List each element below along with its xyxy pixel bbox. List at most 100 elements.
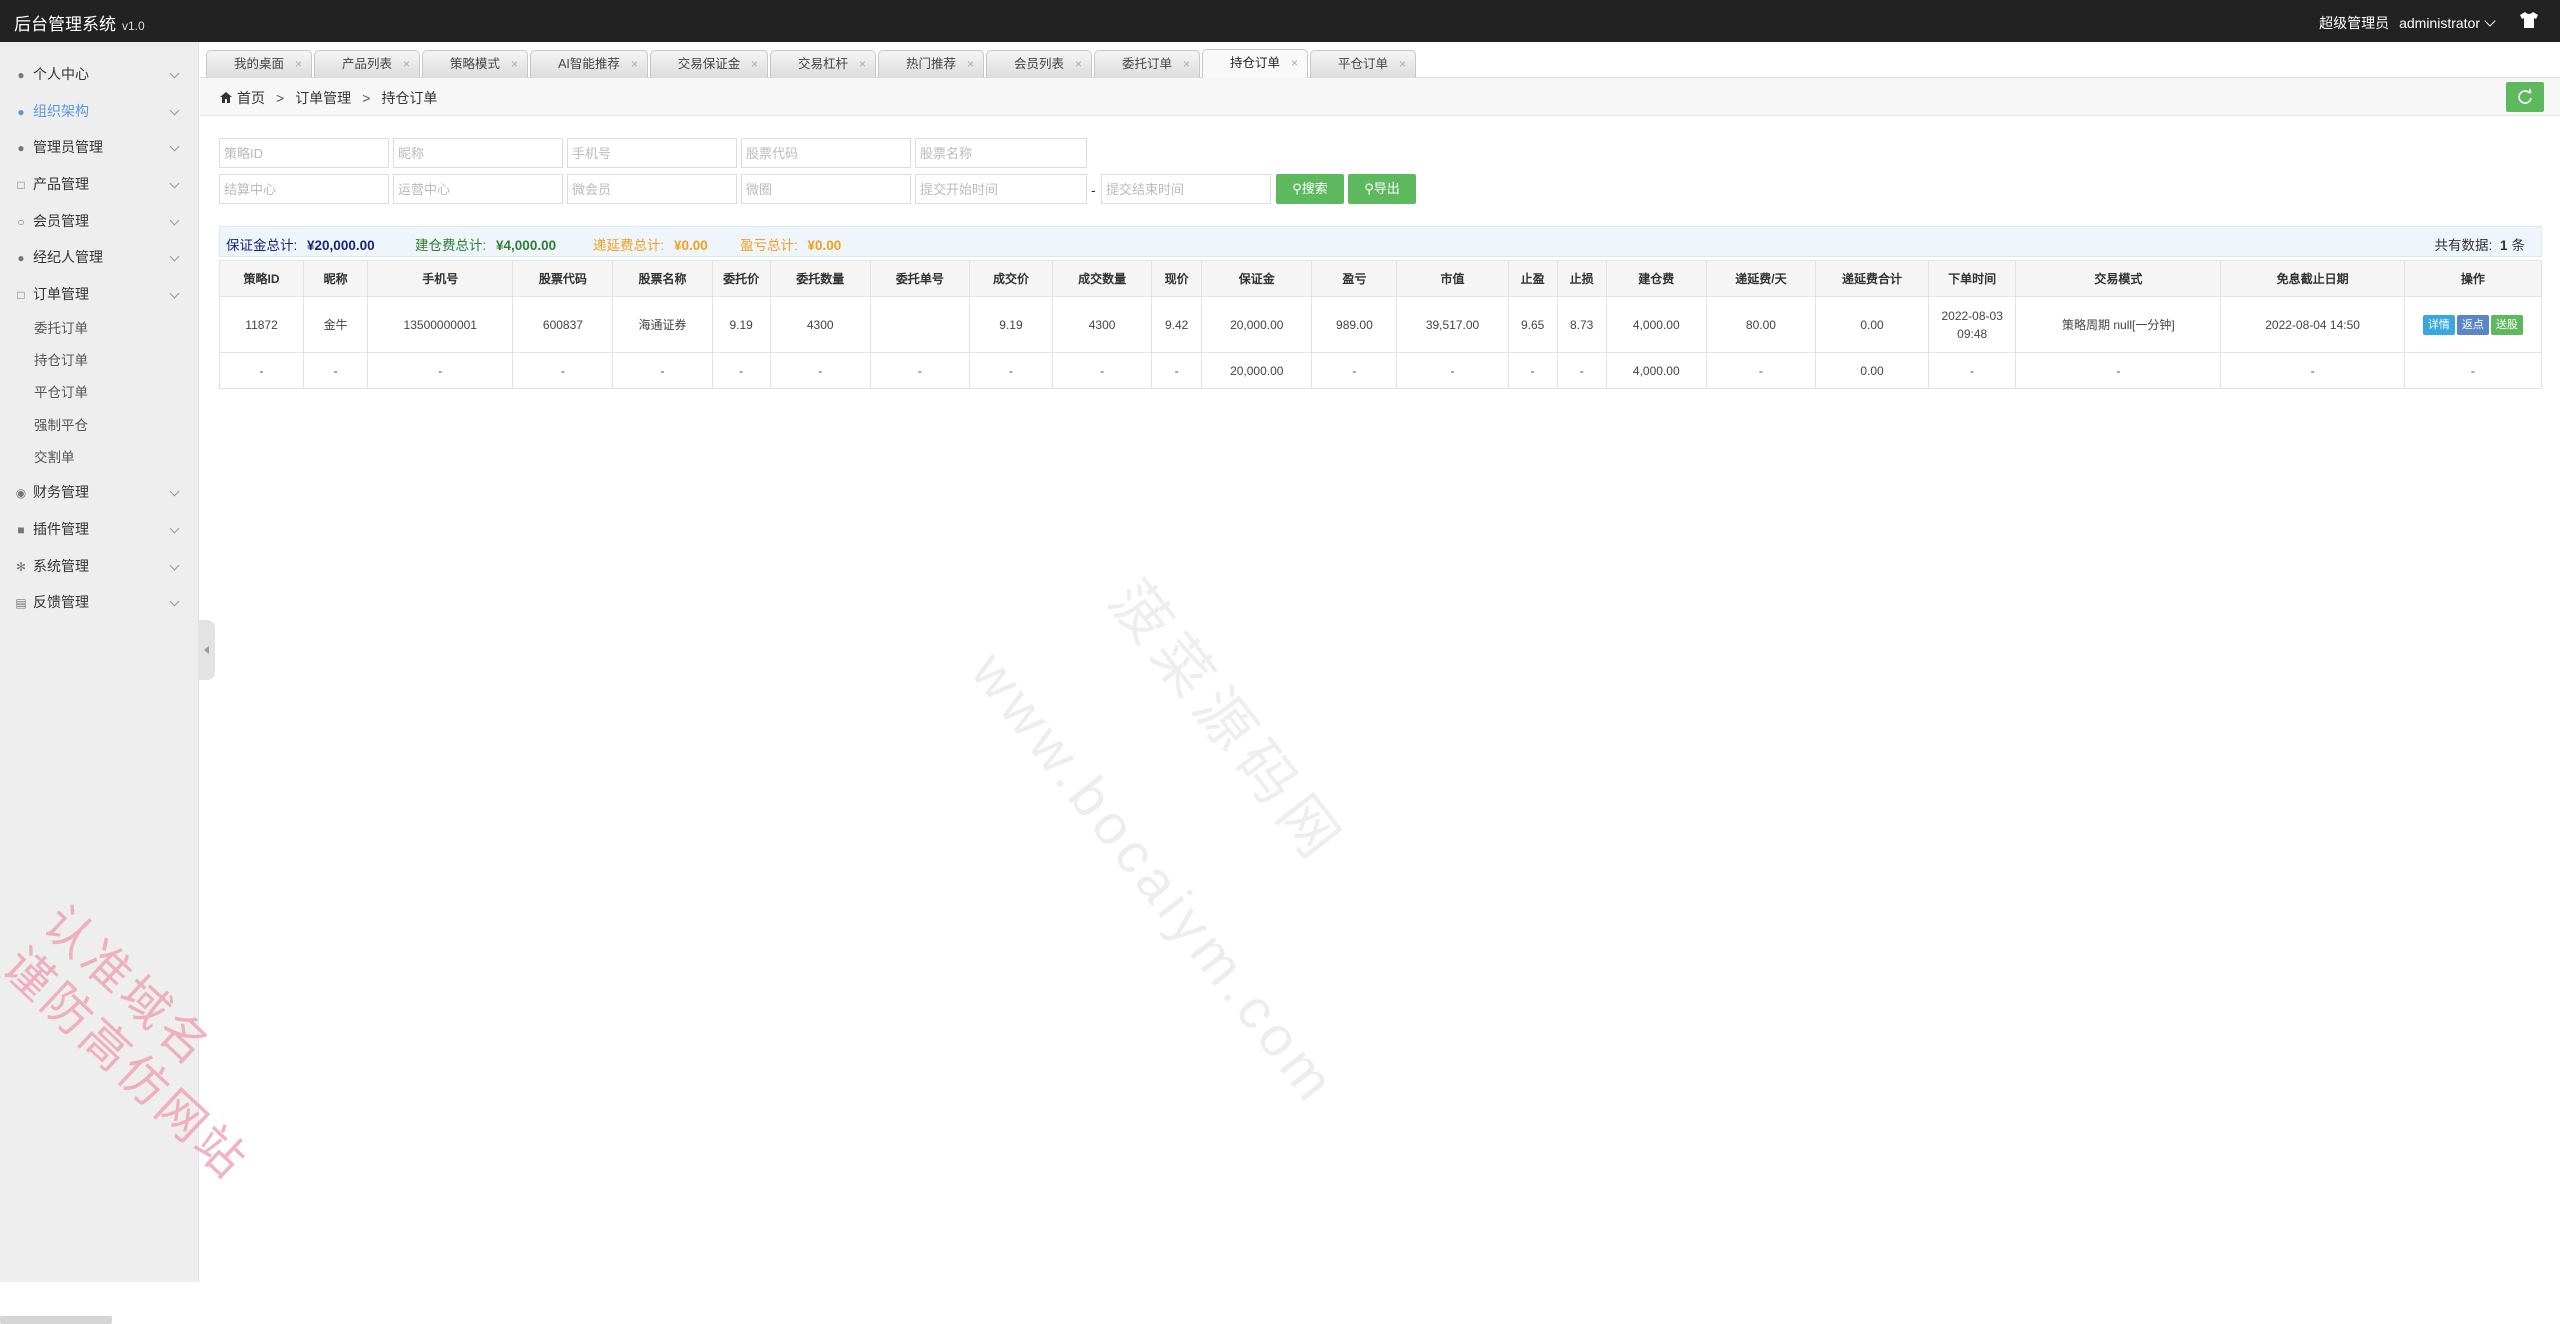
sidebar-item-member[interactable]: ○ 会员管理 [0,203,198,240]
rebate-button[interactable]: 返点 [2456,314,2489,335]
sidebar-item-system[interactable]: ✻ 系统管理 [0,548,198,585]
sidebar-item-label: 管理员管理 [33,139,103,156]
nickname-input[interactable] [393,138,563,168]
tab-holding[interactable]: 持仓订单 × [1202,49,1308,79]
sidebar-item-plugin[interactable]: ■ 插件管理 [0,511,198,548]
tab-label: 平仓订单 [1337,57,1388,71]
sidebar-item-personal[interactable]: ● 个人中心 [0,56,198,93]
close-icon[interactable]: × [403,51,410,77]
margin-total-value: ¥20,000.00 [307,238,375,253]
start-time-input[interactable] [915,174,1087,204]
tab-ai[interactable]: AI智能推荐 × [530,50,648,78]
end-time-input[interactable] [1101,174,1271,204]
cell-order-no [869,296,970,353]
cell-order-time: 2022-08-03 09:48 [1928,296,2017,353]
sidebar-item-product[interactable]: □ 产品管理 [0,166,198,203]
close-icon[interactable]: × [859,51,866,77]
cell-phone: 13500000001 [367,296,514,353]
cell-dash: - [612,352,713,389]
close-icon[interactable]: × [1399,51,1406,77]
chevron-down-icon [169,68,180,79]
pnl-total-label: 盈亏总计: [740,238,798,253]
member-icon: ○ [17,214,25,229]
tab-strategy[interactable]: 策略模式 × [422,50,528,78]
micro-member-input[interactable] [567,174,737,204]
export-button[interactable]: ⚲导出 [1348,174,1416,204]
sidebar-subitem-delivery[interactable]: 交割单 [0,442,198,474]
breadcrumb-level2: 持仓订单 [381,90,438,106]
close-icon[interactable]: × [295,51,302,77]
chevron-down-icon [169,105,180,116]
tab-closed[interactable]: 平仓订单 × [1310,50,1416,78]
sidebar-item-label: 插件管理 [33,520,89,537]
cell-dash: - [367,352,514,389]
tab-label: AI智能推荐 [558,57,620,71]
refresh-icon [2518,88,2532,104]
chevron-down-icon [169,215,180,226]
user-menu[interactable]: 超级管理员 administrator [2319,13,2496,33]
sidebar-item-org[interactable]: ● 组织架构 [0,93,198,130]
cell-dash: - [769,352,871,389]
tab-bar: 我的桌面 × 产品列表 × 策略模式 × AI智能推荐 × 交易保证金 × 交易杠杆 × 热… [200,42,2560,79]
open-fee-total: 建仓费总计: ¥4,000.00 [415,234,556,254]
operation-center-input[interactable] [393,174,563,204]
col-header: 委托单号 [869,260,970,297]
tab-hot[interactable]: 热门推荐 × [878,50,984,78]
cell-nickname: 金牛 [303,296,369,353]
breadcrumb-level1[interactable]: 订单管理 [295,90,351,106]
search-icon: ⚲ [1292,181,1302,196]
detail-button[interactable]: 详情 [2422,314,2455,335]
cell-open-fee: 4,000.00 [1605,296,1707,353]
cell-order-price: 9.19 [711,296,771,353]
tab-label: 委托订单 [1121,57,1172,71]
search-button[interactable]: ⚲搜索 [1276,174,1344,204]
plugin-icon: ■ [17,522,25,537]
stock-name-input[interactable] [915,138,1087,168]
tab-entrust[interactable]: 委托订单 × [1094,50,1200,78]
defer-fee-total-label: 递延费总计: [593,238,665,253]
sidebar-subitem-holding[interactable]: 持仓订单 [0,345,198,377]
sidebar-item-finance[interactable]: ◉ 财务管理 [0,474,198,511]
sidebar-scrollbar[interactable] [0,1316,112,1324]
close-icon[interactable]: × [511,51,518,77]
cell-margin-total: 20,000.00 [1201,352,1313,389]
cell-current-price: 9.42 [1151,296,1203,353]
close-icon[interactable]: × [631,51,638,77]
app-title-text: 后台管理系统 [14,15,116,34]
sidebar-item-order[interactable]: □ 订单管理 [0,276,198,313]
micro-circle-input[interactable] [741,174,911,204]
refresh-button[interactable] [2506,82,2544,112]
sidebar-toggle[interactable] [199,620,215,680]
col-header: 递延费/天 [1705,260,1816,297]
tab-label: 产品列表 [341,57,392,71]
settlement-center-input[interactable] [219,174,389,204]
phone-input[interactable] [567,138,737,168]
stock-code-input[interactable] [741,138,911,168]
sidebar-subitem-closed[interactable]: 平仓订单 [0,377,198,409]
tab-product-list[interactable]: 产品列表 × [314,50,420,78]
tab-members[interactable]: 会员列表 × [986,50,1092,78]
close-icon[interactable]: × [751,51,758,77]
breadcrumb-home[interactable]: 首页 [237,90,265,106]
bonus-share-button[interactable]: 送股 [2490,314,2523,335]
app-title: 后台管理系统 v1.0 [14,10,145,35]
tab-desktop[interactable]: 我的桌面 × [206,50,312,78]
sidebar-item-admin[interactable]: ● 管理员管理 [0,129,198,166]
close-icon[interactable]: × [1291,50,1298,76]
strategy-id-input[interactable] [219,138,389,168]
defer-fee-total: 递延费总计: ¥0.00 [593,234,708,254]
close-icon[interactable]: × [1183,51,1190,77]
close-icon[interactable]: × [1075,51,1082,77]
sidebar-item-label: 产品管理 [33,176,89,193]
sidebar: ● 个人中心 ● 组织架构 ● 管理员管理 □ 产品管理 ○ 会员管理 ● 经纪人管理 □ 订… [0,42,199,1324]
close-icon[interactable]: × [967,51,974,77]
col-header: 盈亏 [1311,260,1398,297]
shirt-icon[interactable] [2520,12,2538,28]
sidebar-subitem-entrust[interactable]: 委托订单 [0,313,198,345]
tab-leverage[interactable]: 交易杠杆 × [770,50,876,78]
sidebar-subitem-forced[interactable]: 强制平仓 [0,410,198,442]
cell-dash: - [303,352,369,389]
tab-margin[interactable]: 交易保证金 × [650,50,768,78]
sidebar-item-feedback[interactable]: ▤ 反馈管理 [0,584,198,621]
sidebar-item-broker[interactable]: ● 经纪人管理 [0,239,198,276]
